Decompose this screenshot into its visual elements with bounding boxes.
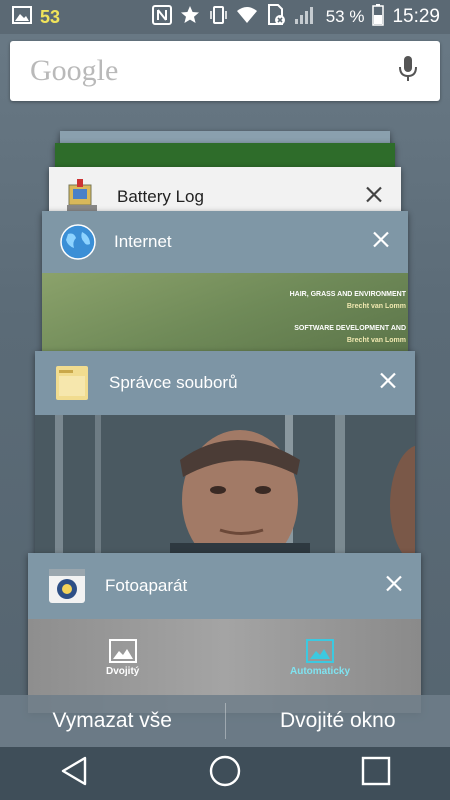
card-title: Fotoaparát <box>105 576 188 595</box>
recent-card-camera[interactable]: Fotoaparát Dvojitý Automaticky <box>28 553 421 713</box>
google-search-bar[interactable]: Google <box>10 41 440 101</box>
status-bar: 53 53 % 15:29 <box>0 0 450 34</box>
card-preview <box>35 415 415 561</box>
card-preview: HAIR, GRASS AND ENVIRONMENT Brecht van L… <box>42 273 408 361</box>
navigation-bar <box>0 747 450 800</box>
close-icon[interactable] <box>365 186 383 209</box>
card-title: Správce souborů <box>109 373 238 392</box>
back-icon[interactable] <box>59 755 89 792</box>
recent-card-internet[interactable]: Internet HAIR, GRASS AND ENVIRONMENT Bre… <box>42 211 408 361</box>
card-title: Battery Log <box>117 187 204 206</box>
signal-icon <box>294 5 318 30</box>
video-frame-image <box>35 415 415 561</box>
clock: 15:29 <box>392 6 440 27</box>
close-icon[interactable] <box>385 575 403 598</box>
auto-mode-icon <box>306 639 334 663</box>
battery-icon <box>372 3 385 31</box>
google-logo: Google <box>30 54 119 87</box>
recents-icon[interactable] <box>361 756 391 791</box>
mode-label: Automaticky <box>290 666 351 677</box>
folder-icon <box>55 365 89 406</box>
camera-mode-dual: Dvojitý <box>106 639 139 677</box>
dual-mode-icon <box>108 639 137 663</box>
battery-percent: 53 % <box>325 7 365 26</box>
home-icon[interactable] <box>208 754 242 793</box>
recent-card-file-manager[interactable]: Správce souborů <box>35 351 415 561</box>
gallery-notification-icon <box>12 5 32 29</box>
camera-mode-auto: Automaticky <box>290 639 350 677</box>
close-icon[interactable] <box>379 372 397 395</box>
mode-label: Dvojitý <box>106 666 140 677</box>
preview-text: SOFTWARE DEVELOPMENT AND <box>294 325 406 332</box>
card-header: Správce souborů <box>35 351 415 415</box>
nfc-icon <box>151 4 172 30</box>
no-sim-icon <box>266 3 286 31</box>
card-header: Fotoaparát <box>28 553 421 619</box>
vibrate-icon <box>208 5 228 30</box>
star-icon <box>180 5 200 30</box>
close-icon[interactable] <box>372 231 390 254</box>
notification-count: 53 <box>40 6 61 27</box>
camera-icon <box>48 568 86 609</box>
wifi-icon <box>236 6 258 29</box>
preview-text: HAIR, GRASS AND ENVIRONMENT <box>289 291 406 298</box>
preview-text: Brecht van Lomm <box>346 337 406 344</box>
card-title: Internet <box>114 232 172 251</box>
microphone-icon[interactable] <box>398 55 418 88</box>
card-header: Internet <box>42 211 408 273</box>
preview-text: Brecht van Lomm <box>346 303 406 310</box>
dual-window-button[interactable]: Dvojité okno <box>226 709 450 733</box>
globe-icon <box>60 224 96 265</box>
clear-all-button[interactable]: Vymazat vše <box>0 709 225 733</box>
recents-action-bar: Vymazat vše Dvojité okno <box>0 695 450 747</box>
